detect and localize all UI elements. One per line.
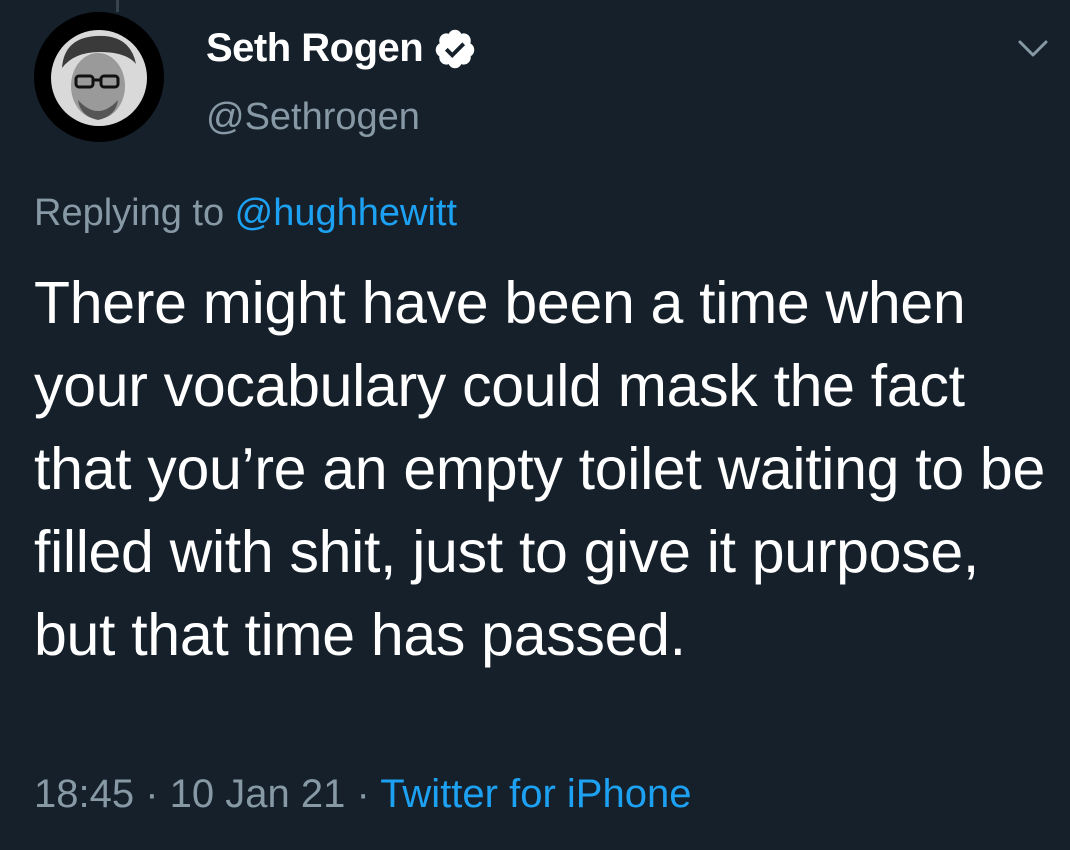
meta-separator: · [345,772,381,816]
replying-to-line: Replying to @hughhewitt [34,192,457,235]
tweet-source-link[interactable]: Twitter for iPhone [380,772,691,816]
tweet-time[interactable]: 18:45 [34,772,134,816]
replying-to-label: Replying to [34,192,235,234]
tweet-date[interactable]: 10 Jan 21 [170,772,346,816]
tweet-metadata: 18:45 · 10 Jan 21 · Twitter for iPhone [34,772,691,817]
avatar[interactable] [34,12,164,142]
reply-mention-link[interactable]: @hughhewitt [235,192,457,234]
tweet-text: There might have been a time when your v… [34,270,1045,668]
author-handle[interactable]: @Sethrogen [206,96,420,139]
verified-badge-icon [433,27,477,71]
author-name-row[interactable]: Seth Rogen [206,26,477,71]
author-display-name[interactable]: Seth Rogen [206,26,424,71]
avatar-photo-icon [34,12,164,142]
thread-connector-line [116,0,119,12]
meta-separator: · [134,772,170,816]
chevron-down-icon[interactable] [1016,34,1050,64]
